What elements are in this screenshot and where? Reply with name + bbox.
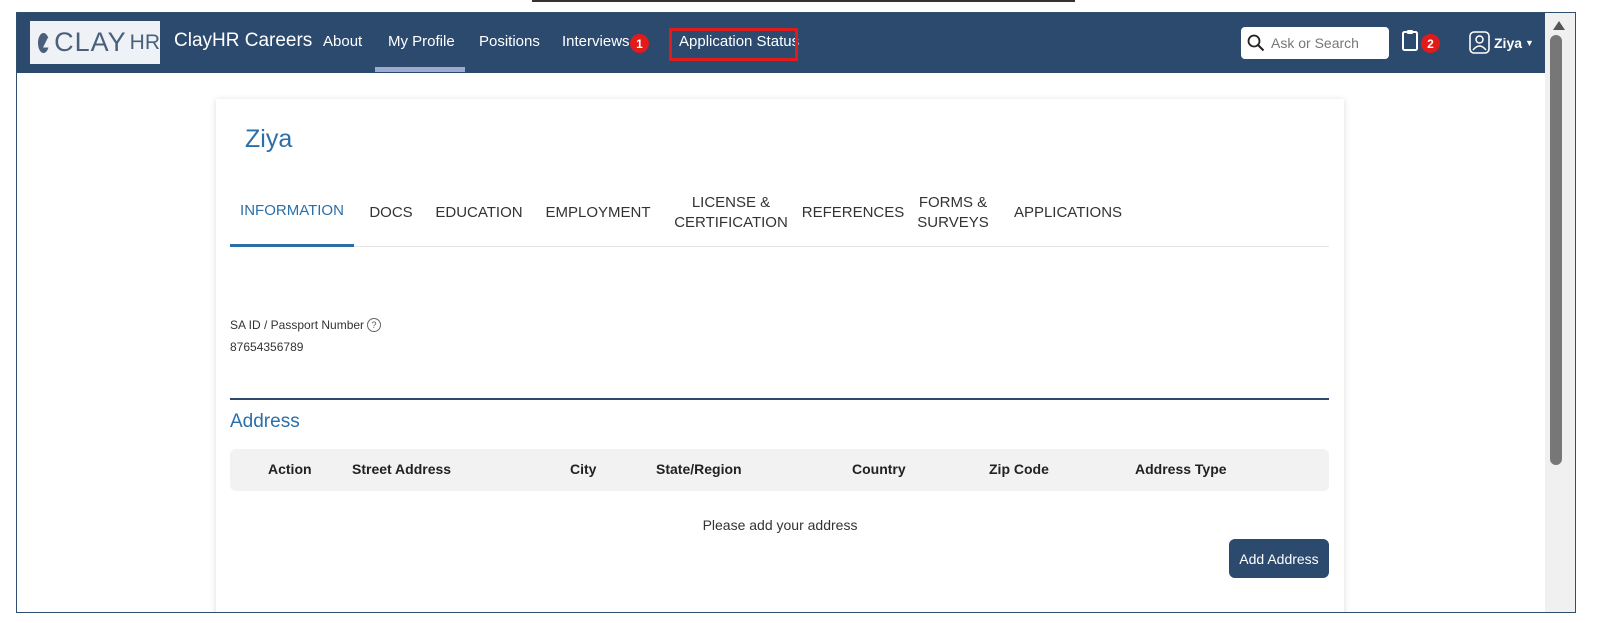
column-header: Street Address (352, 461, 452, 477)
clipboard-count-badge: 2 (1421, 34, 1440, 53)
chevron-down-icon: ▼ (1525, 37, 1534, 48)
tab-references[interactable]: REFERENCES (802, 179, 905, 247)
clipboard-icon (1402, 30, 1418, 51)
column-header: Zip Code (989, 461, 1049, 477)
top-navbar: CLAY HR ClayHR Careers About My Profile … (17, 13, 1575, 73)
search-icon (1247, 34, 1265, 52)
tab-applications[interactable]: APPLICATIONS (1014, 179, 1122, 247)
user-name: Ziya (1494, 34, 1523, 51)
id-field-label: SA ID / Passport Number ? (230, 318, 382, 332)
search-box[interactable] (1241, 27, 1389, 59)
user-menu[interactable]: Ziya ▼ (1469, 31, 1534, 54)
scrollbar-thumb[interactable] (1550, 35, 1562, 465)
nav-active-indicator (375, 67, 465, 72)
nav-positions[interactable]: Positions (479, 33, 540, 50)
column-header: State/Region (656, 461, 742, 477)
clayhr-logo-icon (38, 32, 50, 53)
logo-suffix: HR (129, 30, 160, 54)
tab-education[interactable]: EDUCATION (435, 179, 523, 247)
browser-viewport: CLAY HR ClayHR Careers About My Profile … (16, 12, 1576, 613)
add-address-button[interactable]: Add Address (1229, 539, 1329, 578)
profile-name: Ziya (245, 125, 293, 153)
column-header: Action (268, 461, 312, 477)
column-header: Address Type (1135, 461, 1227, 477)
clipboard-button[interactable] (1401, 28, 1419, 57)
clayhr-logo[interactable]: CLAY HR (30, 21, 160, 64)
address-empty-message: Please add your address (702, 517, 858, 533)
tab-docs[interactable]: DOCS (365, 179, 417, 247)
tab-information[interactable]: INFORMATION (230, 179, 354, 247)
profile-card: Ziya INFORMATION DOCS EDUCATION EMPLOYME… (216, 99, 1344, 612)
question-circle-icon[interactable]: ? (367, 318, 382, 332)
highlight-box (669, 28, 798, 61)
id-field-value: 87654356789 (230, 340, 304, 354)
column-header: Country (852, 461, 906, 477)
brand-link[interactable]: ClayHR Careers (174, 30, 312, 52)
scroll-up-icon[interactable] (1553, 21, 1565, 30)
scrollbar[interactable] (1545, 13, 1575, 612)
logo-text: CLAY (54, 27, 127, 57)
user-avatar-icon (1469, 31, 1490, 54)
address-table-header: Action Street Address City State/Region … (230, 449, 1329, 491)
column-header: City (570, 461, 597, 477)
interviews-count-badge: 1 (630, 34, 649, 53)
top-rule (532, 0, 1075, 2)
nav-about[interactable]: About (323, 33, 362, 50)
nav-my-profile[interactable]: My Profile (388, 33, 455, 50)
search-input[interactable] (1271, 35, 1381, 51)
tab-forms-surveys[interactable]: FORMS & SURVEYS (917, 179, 988, 247)
section-divider (230, 398, 1329, 400)
tab-license-certification[interactable]: LICENSE & CERTIFICATION (674, 179, 788, 247)
address-section-title: Address (230, 411, 300, 432)
tab-employment[interactable]: EMPLOYMENT (544, 179, 652, 247)
profile-tabs: INFORMATION DOCS EDUCATION EMPLOYMENT LI… (230, 179, 1329, 247)
nav-interviews[interactable]: Interviews (562, 33, 630, 50)
